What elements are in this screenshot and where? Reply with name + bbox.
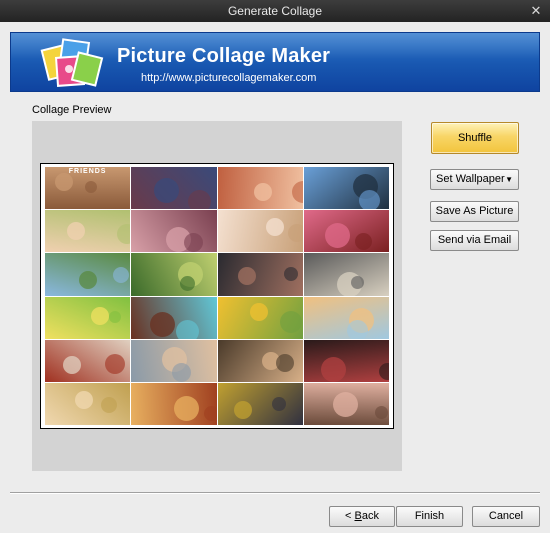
photo-subject <box>237 267 256 286</box>
collage-photo <box>131 382 217 425</box>
photo-subject <box>265 218 284 237</box>
photo-subject <box>346 319 368 339</box>
photo-subject <box>113 267 129 284</box>
back-prefix: < <box>345 510 355 522</box>
photo-subject <box>320 356 346 382</box>
chevron-down-icon: ▼ <box>505 175 513 184</box>
collage-photo <box>303 382 389 425</box>
photo-subject <box>91 306 109 325</box>
photo-subject <box>176 319 200 339</box>
photo-subject <box>109 310 121 323</box>
collage-photo <box>45 210 131 253</box>
collage-photo <box>217 339 303 382</box>
save-as-picture-button[interactable]: Save As Picture <box>430 201 519 222</box>
set-wallpaper-label: Set Wallpaper <box>436 173 505 185</box>
photo-subject <box>117 224 131 245</box>
photo-subject <box>291 181 303 203</box>
photo-subject <box>354 233 372 251</box>
photo-subject <box>378 362 389 380</box>
app-banner: Picture Collage Maker http://www.picture… <box>10 32 540 92</box>
photo-subject <box>253 183 272 201</box>
back-rest: ack <box>361 510 379 522</box>
photo-subject <box>85 181 97 193</box>
collage-photo <box>303 167 389 210</box>
collage-grid: FRIENDS <box>45 167 389 425</box>
collage-photo <box>131 253 217 296</box>
photo-subject <box>275 353 294 372</box>
back-button[interactable]: < Back <box>329 506 395 527</box>
photo-subject <box>79 271 97 290</box>
window-titlebar: Generate Collage ✕ <box>0 0 550 22</box>
window-title: Generate Collage <box>227 4 323 18</box>
set-wallpaper-dropdown[interactable]: Set Wallpaper ▼ <box>430 169 519 190</box>
collage-photo <box>131 167 217 210</box>
preview-label: Collage Preview <box>32 104 112 116</box>
collage-photo: FRIENDS <box>45 167 131 210</box>
back-mnemonic: B <box>354 510 362 522</box>
collage-photo <box>217 210 303 253</box>
finish-button[interactable]: Finish <box>396 506 463 527</box>
photo-subject <box>350 276 364 290</box>
photo-subject <box>63 355 81 374</box>
photo-subject <box>67 222 85 241</box>
collage-photo <box>217 382 303 425</box>
photo-subject <box>101 396 117 413</box>
close-icon[interactable]: ✕ <box>528 0 544 22</box>
tile-caption: FRIENDS <box>68 168 107 175</box>
app-name: Picture Collage Maker <box>117 45 331 67</box>
collage-photo <box>131 296 217 339</box>
photo-subject <box>233 400 252 419</box>
collage-photo <box>217 296 303 339</box>
photo-subject <box>150 311 176 337</box>
photo-subject <box>358 190 380 210</box>
photo-subject <box>324 223 350 249</box>
collage-photo <box>303 339 389 382</box>
footer-separator <box>10 492 540 494</box>
photo-subject <box>55 173 73 191</box>
photo-subject <box>374 405 388 419</box>
photo-subject <box>184 233 204 253</box>
cancel-button[interactable]: Cancel <box>472 506 540 527</box>
photo-subject <box>287 224 303 243</box>
photo-subject <box>332 391 358 417</box>
collage-photo <box>45 339 131 382</box>
collage-frame: FRIENDS <box>40 163 394 429</box>
photo-subject <box>105 353 125 374</box>
shuffle-button[interactable]: Shuffle <box>431 122 519 154</box>
photo-subject <box>204 405 217 421</box>
collage-photo <box>45 382 131 425</box>
photo-collage-logo-icon <box>40 38 104 87</box>
send-via-email-button[interactable]: Send via Email <box>430 230 519 251</box>
photo-subject <box>180 276 196 292</box>
app-url: http://www.picturecollagemaker.com <box>141 72 317 84</box>
collage-photo <box>217 167 303 210</box>
photo-subject <box>154 178 180 203</box>
collage-photo <box>303 253 389 296</box>
photo-subject <box>75 390 93 409</box>
photo-subject <box>172 362 192 382</box>
collage-photo <box>131 210 217 253</box>
photo-subject <box>271 396 286 411</box>
photo-subject <box>279 310 302 333</box>
collage-photo <box>45 296 131 339</box>
photo-subject <box>283 267 298 282</box>
collage-photo <box>303 296 389 339</box>
collage-photo <box>131 339 217 382</box>
photo-subject <box>174 395 200 421</box>
collage-preview: FRIENDS <box>32 121 402 471</box>
collage-photo <box>217 253 303 296</box>
photo-subject <box>249 302 268 321</box>
photo-subject <box>188 190 212 210</box>
collage-photo <box>45 253 131 296</box>
collage-photo <box>303 210 389 253</box>
